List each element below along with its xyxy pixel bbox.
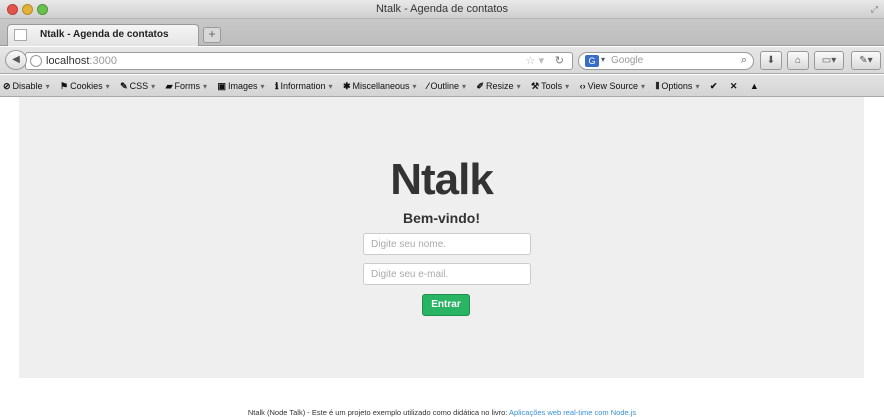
url-bar[interactable]: localhost:3000 ☆ ▾ ↻ bbox=[25, 52, 573, 70]
checkmark-icon[interactable]: ✔ bbox=[707, 75, 723, 96]
page-title: Ntalk bbox=[390, 155, 494, 204]
css-icon: ✎ bbox=[120, 81, 128, 91]
downloads-button[interactable]: ⬇ bbox=[760, 51, 782, 70]
resize-icon: ✐ bbox=[476, 81, 485, 91]
devtoolbar-view-source[interactable]: ‹› View Source ▾ bbox=[577, 75, 648, 96]
close-icon[interactable]: ✕ bbox=[727, 75, 743, 96]
navigation-bar: localhost:3000 ☆ ▾ ↻ ◀ G ▾ Google ⌕ ⬇ ⌂ … bbox=[0, 47, 884, 74]
options-icon: ⦀ bbox=[655, 81, 660, 91]
name-field[interactable] bbox=[363, 233, 531, 255]
welcome-heading: Bem-vindo! bbox=[403, 210, 480, 226]
devtoolbar-disable[interactable]: ⊘ Disable ▾ bbox=[0, 75, 53, 96]
devtoolbar-resize[interactable]: ✐ Resize ▾ bbox=[474, 75, 524, 96]
tab-label: Ntalk - Agenda de contatos bbox=[40, 29, 169, 40]
information-icon: ℹ bbox=[275, 81, 279, 91]
url-port: :3000 bbox=[89, 55, 117, 67]
devtoolbar-forms[interactable]: ▰ Forms ▾ bbox=[163, 75, 210, 96]
devtoolbar-options[interactable]: ⦀ Options ▾ bbox=[652, 75, 702, 96]
back-button[interactable]: ◀ bbox=[5, 50, 27, 70]
window-title: Ntalk - Agenda de contatos bbox=[375, 3, 509, 15]
book-link[interactable]: Aplicações web real-time com Node.js bbox=[509, 408, 636, 417]
footer-text: Ntalk (Node Talk) - Este é um projeto ex… bbox=[247, 408, 510, 417]
web-developer-toolbar: ⊘ Disable ▾ ⚑ Cookies ▾ ✎ CSS ▾ ▰ Forms ▾ ▣ Image… bbox=[0, 75, 884, 97]
home-button[interactable]: ⌂ bbox=[787, 51, 809, 70]
search-engine-icon[interactable]: G bbox=[585, 55, 599, 67]
tools-icon: ⚒ bbox=[531, 81, 540, 91]
url-text[interactable]: localhost:3000 bbox=[46, 55, 117, 67]
page-favicon-icon bbox=[14, 29, 27, 41]
globe-icon bbox=[30, 55, 42, 67]
search-placeholder: Google bbox=[611, 55, 644, 66]
search-icon[interactable]: ⌕ bbox=[741, 54, 747, 67]
images-icon: ▣ bbox=[217, 81, 227, 91]
view-source-icon: ‹› bbox=[579, 81, 586, 91]
outline-icon: ⁄ bbox=[426, 81, 429, 91]
new-tab-button[interactable]: + bbox=[203, 27, 221, 43]
devtoolbar-outline[interactable]: ⁄ Outline ▾ bbox=[424, 75, 469, 96]
devtoolbar-tools[interactable]: ⚒ Tools ▾ bbox=[528, 75, 572, 96]
warning-icon[interactable]: ▲ bbox=[747, 75, 764, 96]
tab-strip: Ntalk - Agenda de contatos + bbox=[0, 19, 884, 46]
reload-icon[interactable]: ↻ bbox=[555, 54, 564, 67]
devtoolbar-cookies[interactable]: ⚑ Cookies ▾ bbox=[57, 75, 113, 96]
devtoolbar-information[interactable]: ℹ Information ▾ bbox=[272, 75, 335, 96]
chevron-down-icon[interactable]: ▾ bbox=[601, 55, 605, 64]
enter-button[interactable]: Entrar bbox=[422, 294, 470, 316]
page-footer: Ntalk (Node Talk) - Este é um projeto ex… bbox=[0, 408, 884, 417]
devtoolbar-images[interactable]: ▣ Images ▾ bbox=[215, 75, 268, 96]
miscellaneous-icon: ✱ bbox=[342, 81, 351, 91]
sidebar-toggle-button[interactable]: ▭▾ bbox=[814, 51, 844, 70]
page-content: Ntalk Bem-vindo! Entrar Ntalk (Node Talk… bbox=[0, 97, 884, 417]
tab-ntalk[interactable]: Ntalk - Agenda de contatos bbox=[7, 24, 199, 46]
url-host: localhost bbox=[46, 55, 90, 67]
forms-icon: ▰ bbox=[165, 81, 173, 91]
devtoolbar-miscellaneous[interactable]: ✱ Miscellaneous ▾ bbox=[340, 75, 420, 96]
email-field[interactable] bbox=[363, 263, 531, 285]
hero-unit: Ntalk Bem-vindo! Entrar bbox=[19, 97, 864, 378]
window-titlebar: Ntalk - Agenda de contatos ⤢ bbox=[0, 0, 884, 19]
cookies-icon: ⚑ bbox=[60, 81, 69, 91]
search-bar[interactable]: G ▾ Google ⌕ bbox=[578, 52, 754, 70]
bookmark-star-icon[interactable]: ☆ ▾ bbox=[526, 54, 544, 67]
fullscreen-icon[interactable]: ⤢ bbox=[871, 4, 878, 15]
devtoolbar-css[interactable]: ✎ CSS ▾ bbox=[117, 75, 158, 96]
disable-icon: ⊘ bbox=[3, 81, 11, 91]
extension-menu-button[interactable]: ✎▾ bbox=[851, 51, 881, 70]
